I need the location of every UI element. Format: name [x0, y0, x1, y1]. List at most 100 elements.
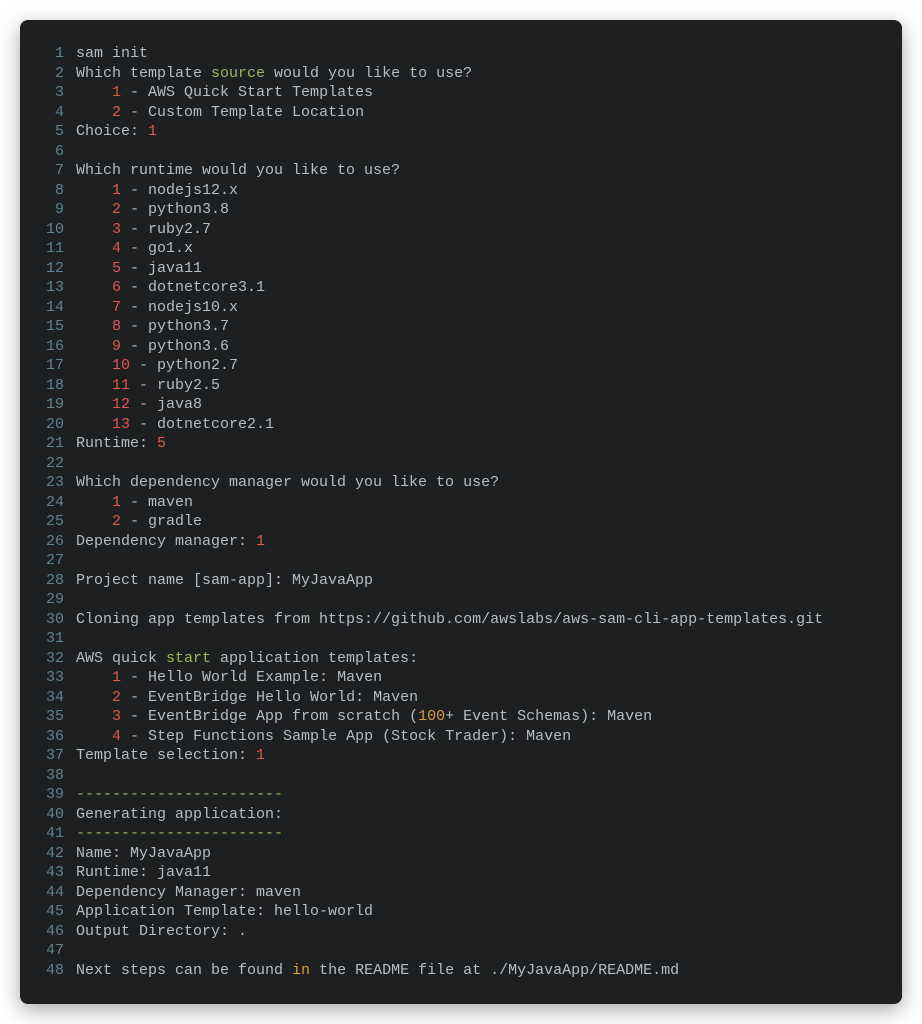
token: - EventBridge App from scratch ( — [121, 708, 418, 725]
line-number: 24 — [28, 493, 76, 513]
line-number: 8 — [28, 181, 76, 201]
line-text: sam init — [76, 44, 878, 64]
token: 1 — [112, 84, 121, 101]
token: - go1.x — [121, 240, 193, 257]
token: the README file at ./MyJavaApp/README.md — [310, 962, 679, 979]
terminal-line: 18 11 - ruby2.5 — [28, 376, 878, 396]
token: Name: MyJavaApp — [76, 845, 211, 862]
line-number: 2 — [28, 64, 76, 84]
line-text: 7 - nodejs10.x — [76, 298, 878, 318]
terminal-line: 15 8 - python3.7 — [28, 317, 878, 337]
line-number: 45 — [28, 902, 76, 922]
token: 5 — [157, 435, 166, 452]
line-number: 32 — [28, 649, 76, 669]
line-text: Which runtime would you like to use? — [76, 161, 878, 181]
token: Which template — [76, 65, 211, 82]
line-text: Name: MyJavaApp — [76, 844, 878, 864]
token: 4 — [112, 240, 121, 257]
token: 2 — [112, 689, 121, 706]
terminal-line: 29 — [28, 590, 878, 610]
token: in — [292, 962, 310, 979]
line-number: 6 — [28, 142, 76, 162]
line-text: Cloning app templates from https://githu… — [76, 610, 878, 630]
token — [76, 416, 112, 433]
line-number: 1 — [28, 44, 76, 64]
token: 11 — [112, 377, 130, 394]
line-text: 2 - Custom Template Location — [76, 103, 878, 123]
line-text: Dependency manager: 1 — [76, 532, 878, 552]
line-text: 2 - python3.8 — [76, 200, 878, 220]
terminal-line: 41----------------------- — [28, 824, 878, 844]
line-number: 12 — [28, 259, 76, 279]
line-number: 36 — [28, 727, 76, 747]
line-number: 35 — [28, 707, 76, 727]
line-text — [76, 941, 878, 961]
token: - python3.7 — [121, 318, 229, 335]
token: Generating application: — [76, 806, 283, 823]
line-number: 30 — [28, 610, 76, 630]
line-text: 5 - java11 — [76, 259, 878, 279]
terminal-line: 39----------------------- — [28, 785, 878, 805]
terminal-line: 2Which template source would you like to… — [28, 64, 878, 84]
line-text: Project name [sam-app]: MyJavaApp — [76, 571, 878, 591]
line-text: 13 - dotnetcore2.1 — [76, 415, 878, 435]
token: - Hello World Example: Maven — [121, 669, 382, 686]
line-text: 9 - python3.6 — [76, 337, 878, 357]
token: Next steps can be found — [76, 962, 292, 979]
line-number: 17 — [28, 356, 76, 376]
line-number: 20 — [28, 415, 76, 435]
line-text: 10 - python2.7 — [76, 356, 878, 376]
line-number: 16 — [28, 337, 76, 357]
line-text: Which template source would you like to … — [76, 64, 878, 84]
line-text: 1 - maven — [76, 493, 878, 513]
token: - ruby2.7 — [121, 221, 211, 238]
line-number: 47 — [28, 941, 76, 961]
terminal-line: 36 4 - Step Functions Sample App (Stock … — [28, 727, 878, 747]
token: application templates: — [211, 650, 418, 667]
token — [76, 708, 112, 725]
line-text: 3 - EventBridge App from scratch (100+ E… — [76, 707, 878, 727]
token — [76, 728, 112, 745]
terminal-line: 11 4 - go1.x — [28, 239, 878, 259]
line-text — [76, 590, 878, 610]
line-text: 11 - ruby2.5 — [76, 376, 878, 396]
line-text: 1 - AWS Quick Start Templates — [76, 83, 878, 103]
token: - ruby2.5 — [130, 377, 220, 394]
line-text: Which dependency manager would you like … — [76, 473, 878, 493]
line-text: Choice: 1 — [76, 122, 878, 142]
token: Choice: — [76, 123, 148, 140]
token: 13 — [112, 416, 130, 433]
token: - Step Functions Sample App (Stock Trade… — [121, 728, 571, 745]
token — [76, 240, 112, 257]
token: 2 — [112, 513, 121, 530]
terminal-line: 40Generating application: — [28, 805, 878, 825]
token: 1 — [112, 182, 121, 199]
token: Which dependency manager would you like … — [76, 474, 499, 491]
token: 2 — [112, 201, 121, 218]
token: 3 — [112, 708, 121, 725]
line-text: Generating application: — [76, 805, 878, 825]
line-text: Runtime: java11 — [76, 863, 878, 883]
token: - python3.8 — [121, 201, 229, 218]
line-number: 27 — [28, 551, 76, 571]
token: 5 — [112, 260, 121, 277]
line-text: ----------------------- — [76, 824, 878, 844]
terminal-line: 7Which runtime would you like to use? — [28, 161, 878, 181]
terminal-line: 20 13 - dotnetcore2.1 — [28, 415, 878, 435]
token: Cloning app templates from https://githu… — [76, 611, 823, 628]
line-text: Next steps can be found in the README fi… — [76, 961, 878, 981]
token: 1 — [112, 669, 121, 686]
token: ----------------------- — [76, 825, 283, 842]
token: + Event Schemas): Maven — [445, 708, 652, 725]
line-text: 1 - nodejs12.x — [76, 181, 878, 201]
token: - gradle — [121, 513, 202, 530]
line-text: Application Template: hello-world — [76, 902, 878, 922]
token — [76, 201, 112, 218]
token — [76, 221, 112, 238]
token: 100 — [418, 708, 445, 725]
token: AWS quick — [76, 650, 166, 667]
line-text: Runtime: 5 — [76, 434, 878, 454]
token: 9 — [112, 338, 121, 355]
token: 1 — [256, 533, 265, 550]
line-number: 42 — [28, 844, 76, 864]
